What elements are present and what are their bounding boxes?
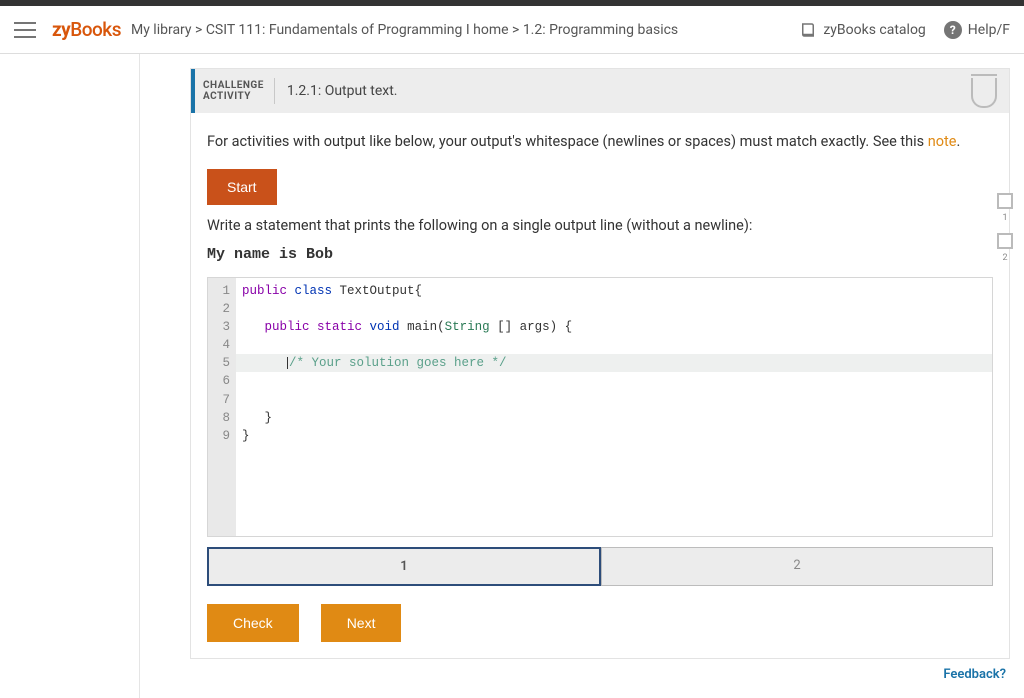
catalog-label: zyBooks catalog — [823, 22, 925, 38]
activity-title: 1.2.1: Output text. — [287, 83, 398, 99]
step2-number: 2 — [1002, 253, 1007, 263]
activity-header: CHALLENGE ACTIVITY 1.2.1: Output text. — [191, 69, 1009, 113]
completion-shield-icon — [971, 78, 997, 108]
progress-checks: 1 2 — [997, 193, 1013, 263]
pager-tab-2[interactable]: 2 — [601, 547, 993, 586]
expected-output: My name is Bob — [207, 246, 993, 263]
book-icon — [799, 21, 817, 39]
challenge-activity: CHALLENGE ACTIVITY 1.2.1: Output text. 1… — [190, 68, 1010, 659]
divider — [274, 78, 275, 104]
next-button[interactable]: Next — [321, 604, 402, 642]
instruction-text: Write a statement that prints the follow… — [207, 217, 993, 234]
question-pager: 1 2 — [207, 547, 993, 586]
help-link[interactable]: ? Help/F — [944, 21, 1010, 39]
help-label: Help/F — [968, 22, 1010, 38]
catalog-link[interactable]: zyBooks catalog — [799, 21, 925, 39]
brand-logo[interactable]: zyBooks — [52, 18, 121, 41]
code-text-area[interactable]: public class TextOutput{ public static v… — [236, 278, 992, 536]
line-number-gutter: 1 2 3 4 5 6 7 8 9 — [208, 278, 236, 536]
feedback-link[interactable]: Feedback? — [190, 659, 1010, 684]
hamburger-menu-icon[interactable] — [14, 19, 36, 41]
brand-books: Books — [70, 18, 121, 41]
code-editor[interactable]: 1 2 3 4 5 6 7 8 9 public class TextOutpu… — [207, 277, 993, 537]
whitespace-note: For activities with output like below, y… — [207, 131, 993, 153]
help-icon: ? — [944, 21, 962, 39]
step1-checkbox-icon — [997, 193, 1013, 209]
brand-zy: zy — [52, 18, 70, 41]
activity-body: 1 2 For activities with output like belo… — [191, 113, 1009, 658]
step1-number: 1 — [1002, 213, 1007, 223]
action-buttons: Check Next — [207, 604, 993, 642]
main-header: zyBooks My library > CSIT 111: Fundament… — [0, 6, 1024, 54]
main-content: CHALLENGE ACTIVITY 1.2.1: Output text. 1… — [140, 54, 1024, 698]
pager-tab-1[interactable]: 1 — [207, 547, 601, 586]
step2-checkbox-icon — [997, 233, 1013, 249]
check-button[interactable]: Check — [207, 604, 299, 642]
breadcrumb[interactable]: My library > CSIT 111: Fundamentals of P… — [131, 22, 678, 38]
activity-badge: CHALLENGE ACTIVITY — [203, 80, 264, 102]
start-button[interactable]: Start — [207, 169, 277, 205]
note-link[interactable]: note — [928, 133, 957, 150]
header-right: zyBooks catalog ? Help/F — [799, 21, 1010, 39]
left-sidebar-spacer — [0, 54, 140, 698]
